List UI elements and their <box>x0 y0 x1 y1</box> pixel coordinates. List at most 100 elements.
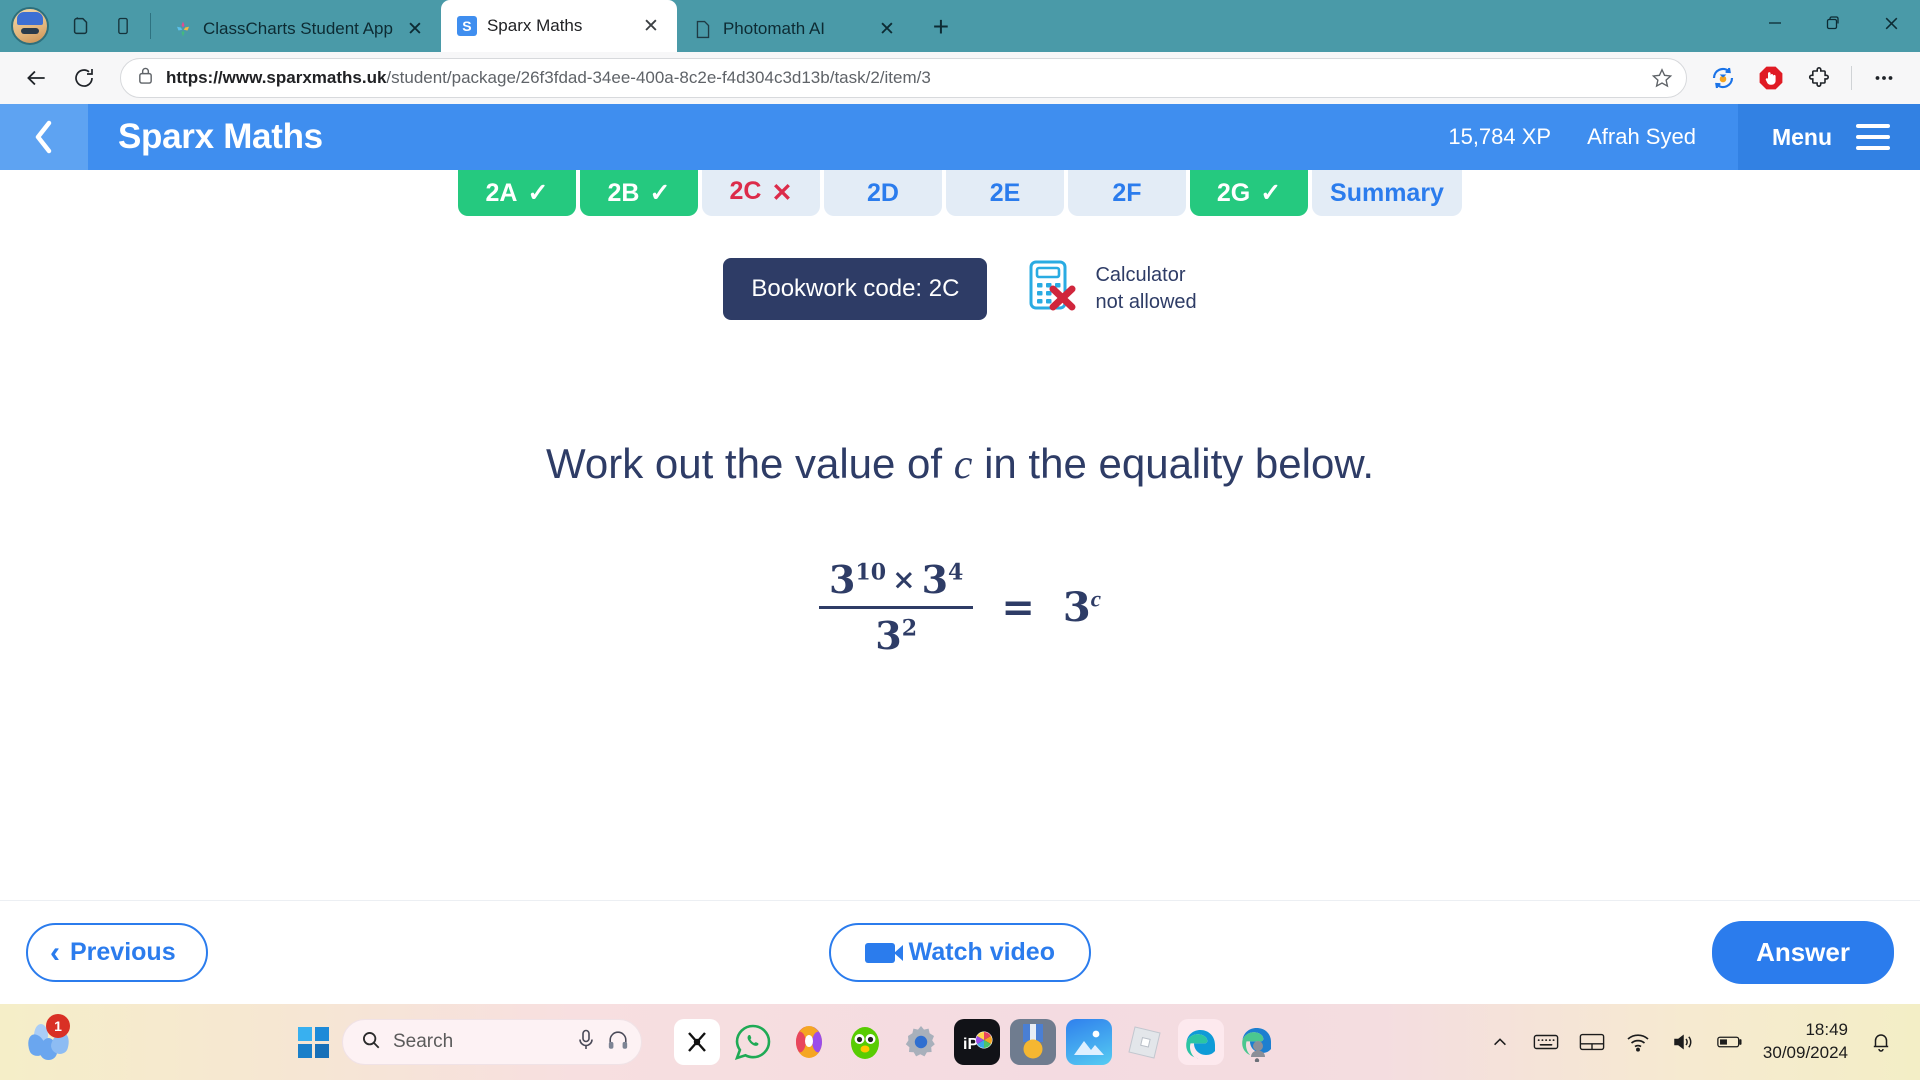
tab-close-icon[interactable]: ✕ <box>875 17 899 41</box>
edge-profile-icon[interactable] <box>1234 1019 1280 1065</box>
task-tab-2g[interactable]: 2G ✓ <box>1190 170 1308 216</box>
battery-icon[interactable] <box>1717 1029 1743 1055</box>
task-tab-2b[interactable]: 2B ✓ <box>580 170 698 216</box>
task-tab-label: 2D <box>867 178 899 207</box>
hamburger-icon <box>1856 124 1890 150</box>
minimize-button[interactable] <box>1746 0 1804 46</box>
roblox-icon[interactable] <box>1122 1019 1168 1065</box>
equation: 310 × 34 32 = 3c <box>0 557 1920 658</box>
whatsapp-icon[interactable] <box>730 1019 776 1065</box>
numerator-term-1: 310 <box>828 557 887 602</box>
clock-date: 30/09/2024 <box>1762 1043 1848 1062</box>
edge-browser-icon[interactable] <box>1178 1019 1224 1065</box>
browser-tab-photomath[interactable]: Photomath AI ✕ <box>677 6 913 52</box>
sparx-page: Sparx Maths 15,784 XP Afrah Syed Menu 2A… <box>0 104 1920 1004</box>
duolingo-icon[interactable] <box>842 1019 888 1065</box>
extensions-puzzle-icon[interactable] <box>1797 58 1841 98</box>
back-arrow-icon[interactable] <box>14 58 58 98</box>
capcut-icon[interactable] <box>674 1019 720 1065</box>
watch-video-button[interactable]: Watch video <box>828 923 1091 982</box>
question-prefix: Work out the value of <box>545 440 943 487</box>
calculator-notice: Calculator not allowed <box>1027 259 1197 320</box>
task-tab-2e[interactable]: 2E <box>946 170 1064 216</box>
notifications-bell-icon[interactable] <box>1868 1029 1894 1055</box>
calculator-text: Calculator not allowed <box>1095 262 1196 316</box>
taskbar-center: Search iP <box>290 1019 1487 1065</box>
tab-title: Sparx Maths <box>486 16 583 35</box>
browser-tab-classcharts[interactable]: ClassCharts Student App ✕ <box>157 6 441 52</box>
task-tab-summary[interactable]: Summary <box>1312 170 1462 216</box>
taskbar-search[interactable]: Search <box>342 1019 642 1065</box>
keyboard-icon[interactable] <box>1533 1029 1559 1055</box>
settings-gear-icon[interactable] <box>898 1019 944 1065</box>
sparx-header-right: 15,784 XP Afrah Syed Menu <box>1448 104 1920 170</box>
video-camera-icon <box>864 942 903 963</box>
tab-close-icon[interactable]: ✕ <box>403 17 427 41</box>
sparx-bottom-bar: ‹ Previous Watch video Answer <box>0 900 1920 1004</box>
close-button[interactable] <box>1862 0 1920 46</box>
tab-divider <box>150 13 151 39</box>
tab-title: ClassCharts Student App <box>203 19 393 38</box>
task-tab-label: 2A <box>485 178 518 207</box>
adblock-icon[interactable] <box>1749 58 1793 98</box>
new-tab-button[interactable]: + <box>921 7 961 47</box>
weather-widget-icon[interactable]: 1 <box>24 1014 74 1066</box>
classcharts-icon <box>173 19 193 39</box>
check-icon: ✓ <box>649 178 671 207</box>
menu-button[interactable]: Menu <box>1737 104 1920 170</box>
headphones-icon[interactable] <box>607 1029 629 1056</box>
wifi-icon[interactable] <box>1625 1029 1651 1055</box>
restore-button[interactable] <box>1804 0 1862 46</box>
info-row: Bookwork code: 2C Calculator not allowed <box>0 258 1920 320</box>
equals-sign: = <box>1001 584 1035 631</box>
tab-title: Photomath AI <box>722 19 826 38</box>
numerator-exponent-2: 4 <box>948 559 964 586</box>
calculator-not-allowed-icon <box>1027 259 1079 320</box>
calculator-line-2: not allowed <box>1095 291 1197 313</box>
sync-extension-icon[interactable] <box>1701 58 1745 98</box>
taskbar-apps: iP <box>674 1019 1280 1065</box>
task-tab-2f[interactable]: 2F <box>1068 170 1186 216</box>
menu-label: Menu <box>1771 123 1832 150</box>
task-tab-2d[interactable]: 2D <box>824 170 942 216</box>
task-tabs: 2A ✓ 2B ✓ 2C ✕ 2D 2E 2F 2G ✓ Summary <box>458 156 1462 216</box>
sparx-back-button[interactable] <box>0 104 88 170</box>
previous-button[interactable]: ‹ Previous <box>26 923 208 982</box>
browser-tab-sparx-maths[interactable]: S Sparx Maths ✕ <box>440 0 677 52</box>
address-bar[interactable]: https://www.sparxmaths.uk/student/packag… <box>120 58 1687 98</box>
site-info-icon[interactable] <box>137 66 154 90</box>
answer-button[interactable]: Answer <box>1712 921 1894 984</box>
more-options-icon[interactable] <box>1862 58 1906 98</box>
multiplication-sign: × <box>892 563 916 596</box>
star-icon[interactable] <box>1646 62 1678 94</box>
denominator-exponent: 2 <box>901 615 918 642</box>
medal-icon[interactable] <box>1010 1019 1056 1065</box>
avatar <box>11 7 49 45</box>
task-tab-2a[interactable]: 2A ✓ <box>458 170 576 216</box>
question-text: Work out the value of c in the equality … <box>0 440 1920 489</box>
chevron-up-icon[interactable] <box>1487 1029 1513 1055</box>
fraction-denominator: 32 <box>875 613 918 658</box>
numerator-term-2: 34 <box>921 557 964 602</box>
photomath-icon[interactable]: iP <box>954 1019 1000 1065</box>
touchpad-icon[interactable] <box>1579 1029 1605 1055</box>
previous-label: Previous <box>70 938 176 966</box>
start-button[interactable] <box>290 1019 336 1065</box>
task-tab-label: 2C <box>729 177 762 205</box>
volume-icon[interactable] <box>1671 1029 1697 1055</box>
split-screen-icon[interactable] <box>102 0 144 52</box>
reload-icon[interactable] <box>62 58 106 98</box>
photos-icon[interactable] <box>1066 1019 1112 1065</box>
clock-time: 18:49 <box>1805 1020 1848 1040</box>
question-area: Work out the value of c in the equality … <box>0 320 1920 658</box>
search-icon <box>361 1030 381 1055</box>
opera-gx-icon[interactable] <box>786 1019 832 1065</box>
question-suffix: in the equality below. <box>984 440 1375 487</box>
tab-close-icon[interactable]: ✕ <box>639 14 663 38</box>
microphone-icon[interactable] <box>577 1029 595 1056</box>
taskbar-clock[interactable]: 18:49 30/09/2024 <box>1763 1019 1848 1065</box>
tab-collections-icon[interactable] <box>60 0 102 52</box>
sparx-header: Sparx Maths 15,784 XP Afrah Syed Menu <box>0 104 1920 170</box>
browser-window: ClassCharts Student App ✕ S Sparx Maths … <box>0 0 1920 1080</box>
browser-profile-avatar[interactable] <box>0 0 60 52</box>
